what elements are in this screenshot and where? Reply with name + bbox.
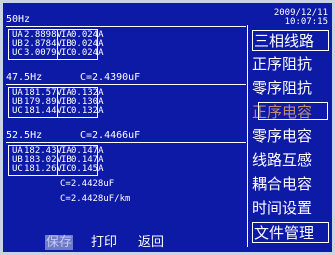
menu-item-mutual-inductance[interactable]: 线路互感 (252, 150, 329, 171)
menu-item-time-settings[interactable]: 时间设置 (252, 198, 329, 219)
block1-separator (6, 26, 246, 27)
block3-capacitance: C=2.4466uF (80, 130, 141, 141)
menu-item-zero-capacitance[interactable]: 零序电容 (252, 126, 329, 147)
current-value: 0.145A (71, 164, 104, 174)
function-menu: 三相线路 正序阻抗 零序阻抗 正序电容 零序电容 线路互感 耦合电容 时间设置 … (247, 25, 332, 247)
current-value: 0.132A (71, 106, 104, 116)
menu-item-positive-impedance[interactable]: 正序阻抗 (252, 54, 329, 75)
table-row: UC 181.44V IC 0.132A (9, 106, 104, 116)
block1-frequency: 50Hz (6, 14, 31, 25)
block2-frequency: 47.5Hz (6, 72, 43, 83)
save-button[interactable]: 保存 (45, 235, 74, 250)
block3-separator (6, 142, 246, 143)
back-button[interactable]: 返回 (137, 235, 165, 250)
voltage-value: 181.44V (24, 106, 62, 116)
current-value: 0.024A (71, 48, 104, 58)
voltage-label: UC (12, 48, 23, 58)
instrument-screen: 2009/12/11 10:07:15 50Hz UA 2.8898V IA 0… (3, 3, 332, 252)
voltage-label: UC (12, 106, 23, 116)
block2-separator (6, 84, 246, 85)
menu-selection-frame (258, 102, 328, 120)
result-capacitance-per-km: C=2.4428uF/km (60, 194, 131, 204)
block1-readings-table: UA 2.8898V IA 0.024A UB 2.8784V IB 0.024… (8, 29, 104, 60)
result-capacitance: C=2.4428uF (60, 179, 115, 189)
voltage-value: 181.26V (24, 164, 62, 174)
menu-item-zero-impedance[interactable]: 零序阻抗 (252, 78, 329, 99)
block3-readings-table: UA 182.43V IA 0.147A UB 183.02V IB 0.147… (8, 145, 104, 176)
block2-capacitance: C=2.4390uF (80, 72, 141, 83)
menu-item-three-phase-line[interactable]: 三相线路 (252, 30, 329, 51)
voltage-label: UC (12, 164, 23, 174)
block2-readings-table: UA 181.57V IA 0.132A UB 179.89V IB 0.130… (8, 87, 104, 118)
menu-item-coupling-capacitance[interactable]: 耦合电容 (252, 174, 329, 195)
table-row: UC 181.26V IC 0.145A (9, 164, 104, 174)
print-button[interactable]: 打印 (90, 235, 118, 250)
menu-item-file-management[interactable]: 文件管理 (252, 222, 329, 243)
voltage-value: 3.0079V (24, 48, 62, 58)
table-row: UC 3.0079V IC 0.024A (9, 48, 104, 58)
block3-frequency: 52.5Hz (6, 130, 43, 141)
